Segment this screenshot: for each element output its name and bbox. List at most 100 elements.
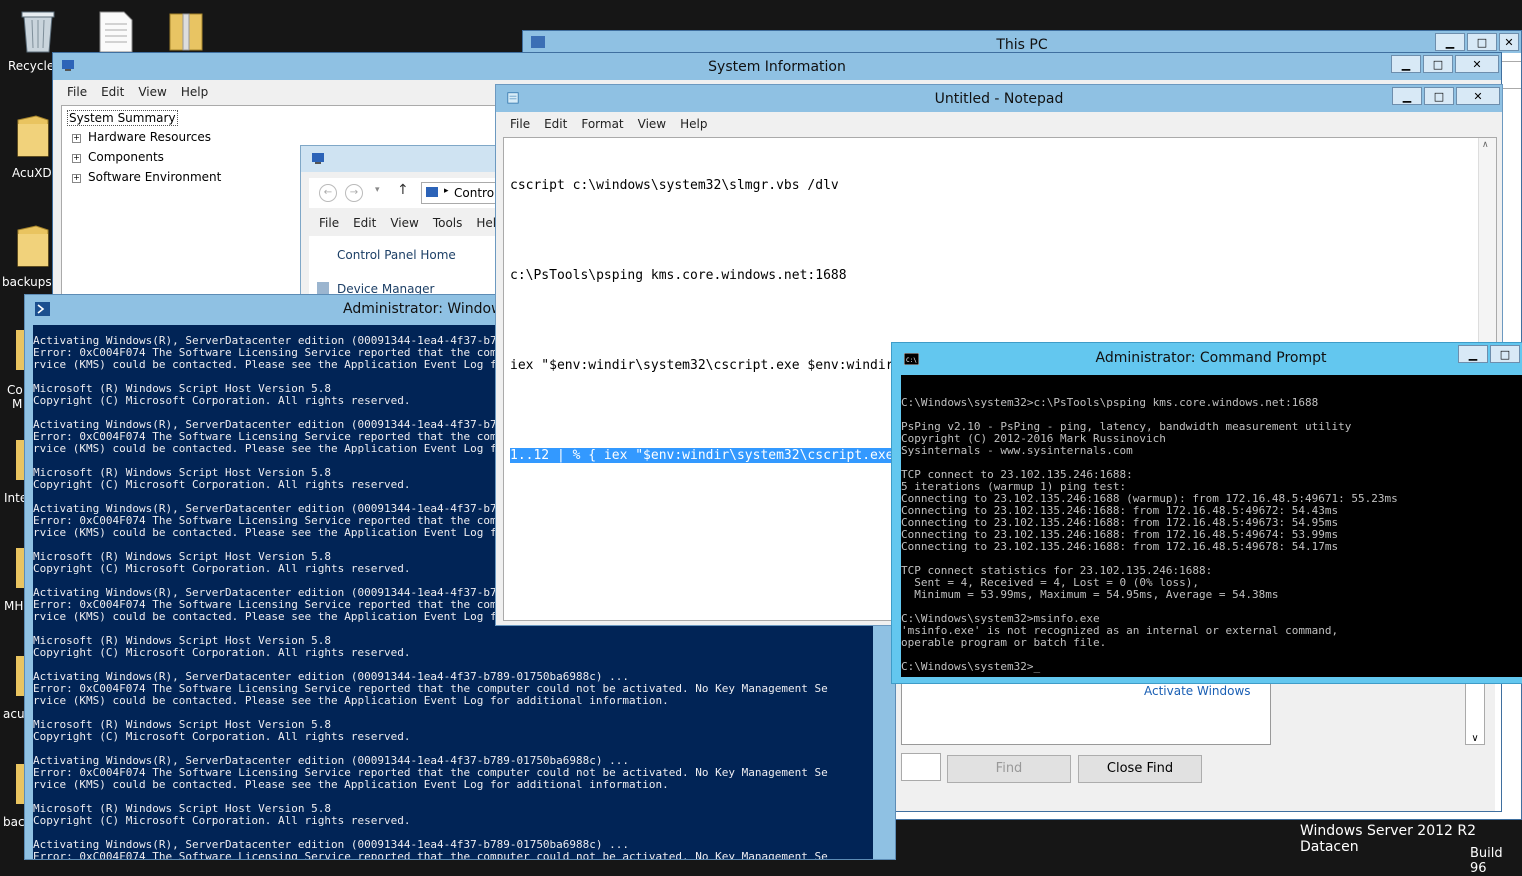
menu-bar: File Edit View Help [67,85,208,99]
text-line: cscript c:\windows\system32\slmgr.vbs /d… [510,178,839,193]
this-pc-titlebar[interactable]: This PC ▁ □ ✕ [523,31,1521,53]
control-panel-window: ← → ▾ ↑ ▸ Contro File Edit View Tools He… [300,145,520,305]
zip-folder-icon[interactable] [168,10,208,54]
console-output: C:\Windows\system32>c:\PsTools\psping km… [901,397,1398,673]
address-bar-area: ← → ▾ ↑ ▸ Contro [309,178,519,208]
expand-icon[interactable]: + [72,174,81,183]
minimize-button[interactable]: ▁ [1435,33,1465,51]
tree-item-hardware-resources[interactable]: Hardware Resources [88,130,211,144]
breadcrumb-arrow-icon: ▸ [444,186,449,196]
tree-item-system-summary[interactable]: System Summary [67,110,178,126]
minimize-button[interactable]: ▁ [1458,345,1488,363]
menu-view[interactable]: View [638,117,666,131]
console-line: Copyright (C) Microsoft Corporation. All… [33,646,411,659]
folder-icon[interactable] [16,114,56,158]
details-sliver [1495,683,1501,811]
menu-tools[interactable]: Tools [433,216,463,230]
tree-item-software-environment[interactable]: Software Environment [88,170,221,184]
control-panel-home-link[interactable]: Control Panel Home [337,248,456,262]
menu-edit[interactable]: Edit [353,216,376,230]
maximize-button[interactable]: □ [1467,33,1497,51]
command-prompt-window: C:\ Administrator: Command Prompt ▁ □ C:… [891,342,1522,684]
menu-edit[interactable]: Edit [101,85,124,99]
powershell-icon [35,302,50,316]
menu-file[interactable]: File [510,117,530,131]
maximize-button[interactable]: □ [1423,55,1453,73]
close-button[interactable]: ✕ [1455,55,1499,73]
folder-icon[interactable] [16,330,24,370]
breadcrumb[interactable]: Contro [454,186,494,200]
tree-item-components[interactable]: Components [88,150,164,164]
forward-icon[interactable]: → [345,184,363,202]
desktop-icon-label: MH [4,599,24,613]
window-title: Administrator: Window [343,301,503,317]
maximize-button[interactable]: □ [1424,87,1454,105]
console-line: C:\Windows\system32>_ [901,660,1041,673]
folder-icon[interactable] [16,440,24,480]
menu-edit[interactable]: Edit [544,117,567,131]
menu-help[interactable]: Help [680,117,707,131]
console-line: Copyright (C) Microsoft Corporation. All… [33,730,411,743]
menu-format[interactable]: Format [581,117,623,131]
menu-file[interactable]: File [67,85,87,99]
details-pane: Activate Windows [901,683,1271,745]
command-prompt-titlebar[interactable]: C:\ Administrator: Command Prompt ▁ □ [892,343,1522,373]
folder-icon[interactable] [16,548,24,588]
desktop-icon-label: Co [7,383,23,397]
folder-icon[interactable] [16,224,56,268]
expand-icon[interactable]: + [72,154,81,163]
window-title: Administrator: Command Prompt [1095,350,1327,366]
chevron-up-icon[interactable]: ∧ [1482,140,1489,150]
menu-bar: File Edit Format View Help [510,117,707,131]
notepad-titlebar[interactable]: Untitled - Notepad ▁ □ ✕ [496,85,1502,112]
find-input[interactable] [901,753,941,781]
activate-windows-link[interactable]: Activate Windows [1144,684,1251,698]
up-arrow-icon[interactable]: ↑ [397,182,409,198]
folder-icon[interactable] [16,764,24,804]
console-line: C:\Windows\system32>c:\PsTools\psping km… [901,396,1319,409]
close-button[interactable]: ✕ [1456,87,1500,105]
desktop-icon-label: Recycle [8,59,55,73]
window-title: This PC [996,37,1048,53]
close-find-button[interactable]: Close Find [1078,755,1202,783]
menu-help[interactable]: Help [181,85,208,99]
document-icon[interactable] [98,10,138,54]
menu-bar: File Edit View Tools Help [319,216,504,230]
expand-icon[interactable]: + [72,134,81,143]
chevron-down-icon[interactable]: ∨ [1466,733,1484,744]
menu-file[interactable]: File [319,216,339,230]
folder-icon[interactable] [16,656,24,696]
cmd-console[interactable]: C:\Windows\system32>c:\PsTools\psping km… [901,375,1522,677]
console-line: Minimum = 53.99ms, Maximum = 54.95ms, Av… [901,588,1279,601]
close-button[interactable]: ✕ [1499,33,1519,51]
find-button[interactable]: Find [947,755,1071,783]
control-panel-titlebar[interactable] [301,146,519,172]
control-panel-small-icon [426,187,438,197]
menu-view[interactable]: View [390,216,418,230]
device-manager-icon [317,282,329,294]
menu-view[interactable]: View [138,85,166,99]
minimize-button[interactable]: ▁ [1391,55,1421,73]
console-line: Error: 0xC004F074 The Software Licensing… [33,850,828,860]
desktop-icon-label: backups [2,275,52,289]
control-panel-icon [312,153,324,164]
desktop-icon-label: bac [3,815,25,829]
chevron-down-icon[interactable]: ▾ [375,185,380,195]
window-title: Untitled - Notepad [934,91,1064,107]
console-line: Sysinternals - www.sysinternals.com [901,444,1133,457]
console-line: Copyright (C) Microsoft Corporation. All… [33,814,411,827]
recycle-bin-icon[interactable] [18,6,58,53]
console-line: operable program or batch file. [901,636,1107,649]
window-title: System Information [708,59,846,75]
minimize-button[interactable]: ▁ [1392,87,1422,105]
console-line: rvice (KMS) could be contacted. Please s… [33,778,669,791]
desktop-icon-label: M [12,397,23,411]
desktop-icon-label: AcuXD [12,166,52,180]
system-information-titlebar[interactable]: System Information ▁ □ ✕ [53,53,1501,80]
maximize-button[interactable]: □ [1490,345,1520,363]
back-icon[interactable]: ← [319,184,337,202]
os-build-watermark: Build 96 [1470,846,1503,876]
desktop-icon-label: acu [3,707,25,721]
text-line: c:\PsTools\psping kms.core.windows.net:1… [510,268,847,283]
console-line: Connecting to 23.102.135.246:1688: from … [901,540,1339,553]
